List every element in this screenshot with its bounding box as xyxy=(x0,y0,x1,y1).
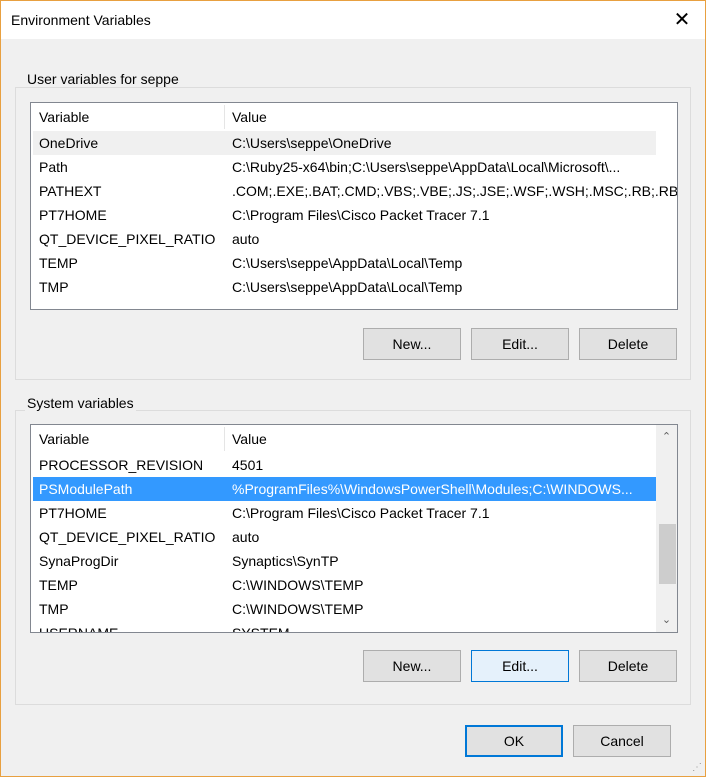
table-row[interactable]: TMP C:\Users\seppe\AppData\Local\Temp xyxy=(33,275,656,299)
table-row[interactable]: PT7HOME C:\Program Files\Cisco Packet Tra… xyxy=(33,203,656,227)
list-header: Variable Value xyxy=(31,105,656,129)
window-title: Environment Variables xyxy=(11,12,151,28)
column-variable[interactable]: Variable xyxy=(39,109,89,125)
scrollbar-thumb[interactable] xyxy=(659,524,676,584)
table-row[interactable]: TMP C:\WINDOWS\TEMP xyxy=(33,597,656,621)
system-variables-list[interactable]: Variable Value PROCESSOR_REVISION 4501 PS… xyxy=(30,424,678,633)
system-variables-label: System variables xyxy=(25,395,136,411)
table-row[interactable]: Path C:\Ruby25-x64\bin;C:\Users\seppe\App… xyxy=(33,155,656,179)
system-new-button[interactable]: New... xyxy=(363,650,461,682)
system-delete-button[interactable]: Delete xyxy=(579,650,677,682)
scroll-up-icon[interactable]: ⌃ xyxy=(656,427,677,447)
column-value[interactable]: Value xyxy=(232,431,267,447)
ok-button[interactable]: OK xyxy=(465,725,563,757)
user-new-button[interactable]: New... xyxy=(363,328,461,360)
scrollbar[interactable]: ⌃ ⌄ xyxy=(656,425,677,632)
user-delete-button[interactable]: Delete xyxy=(579,328,677,360)
table-row[interactable]: USERNAME SYSTEM xyxy=(33,621,656,632)
table-row[interactable]: QT_DEVICE_PIXEL_RATIO auto xyxy=(33,525,656,549)
user-variables-label: User variables for seppe xyxy=(25,71,181,87)
table-row[interactable]: PT7HOME C:\Program Files\Cisco Packet Tra… xyxy=(33,501,656,525)
table-row[interactable]: QT_DEVICE_PIXEL_RATIO auto xyxy=(33,227,656,251)
title-bar: Environment Variables ✕ xyxy=(1,1,705,39)
close-icon[interactable]: ✕ xyxy=(659,1,705,39)
table-row[interactable]: TEMP C:\WINDOWS\TEMP xyxy=(33,573,656,597)
user-edit-button[interactable]: Edit... xyxy=(471,328,569,360)
table-row[interactable]: OneDrive C:\Users\seppe\OneDrive xyxy=(33,131,656,155)
column-variable[interactable]: Variable xyxy=(39,431,89,447)
table-row-selected[interactable]: PSModulePath %ProgramFiles%\WindowsPowerS… xyxy=(33,477,656,501)
table-row[interactable]: PROCESSOR_REVISION 4501 xyxy=(33,453,656,477)
system-edit-button[interactable]: Edit... xyxy=(471,650,569,682)
table-row[interactable]: TEMP C:\Users\seppe\AppData\Local\Temp xyxy=(33,251,656,275)
column-value[interactable]: Value xyxy=(232,109,267,125)
environment-variables-dialog: Environment Variables ✕ User variables f… xyxy=(0,0,706,777)
list-header: Variable Value xyxy=(31,427,656,451)
table-row[interactable]: PATHEXT .COM;.EXE;.BAT;.CMD;.VBS;.VBE;.JS… xyxy=(33,179,677,203)
user-variables-list[interactable]: Variable Value OneDrive C:\Users\seppe\On… xyxy=(30,102,678,310)
table-row[interactable]: SynaProgDir Synaptics\SynTP xyxy=(33,549,656,573)
resize-grip-icon[interactable]: ⋰ xyxy=(692,762,702,773)
cancel-button[interactable]: Cancel xyxy=(573,725,671,757)
scroll-down-icon[interactable]: ⌄ xyxy=(656,610,677,630)
